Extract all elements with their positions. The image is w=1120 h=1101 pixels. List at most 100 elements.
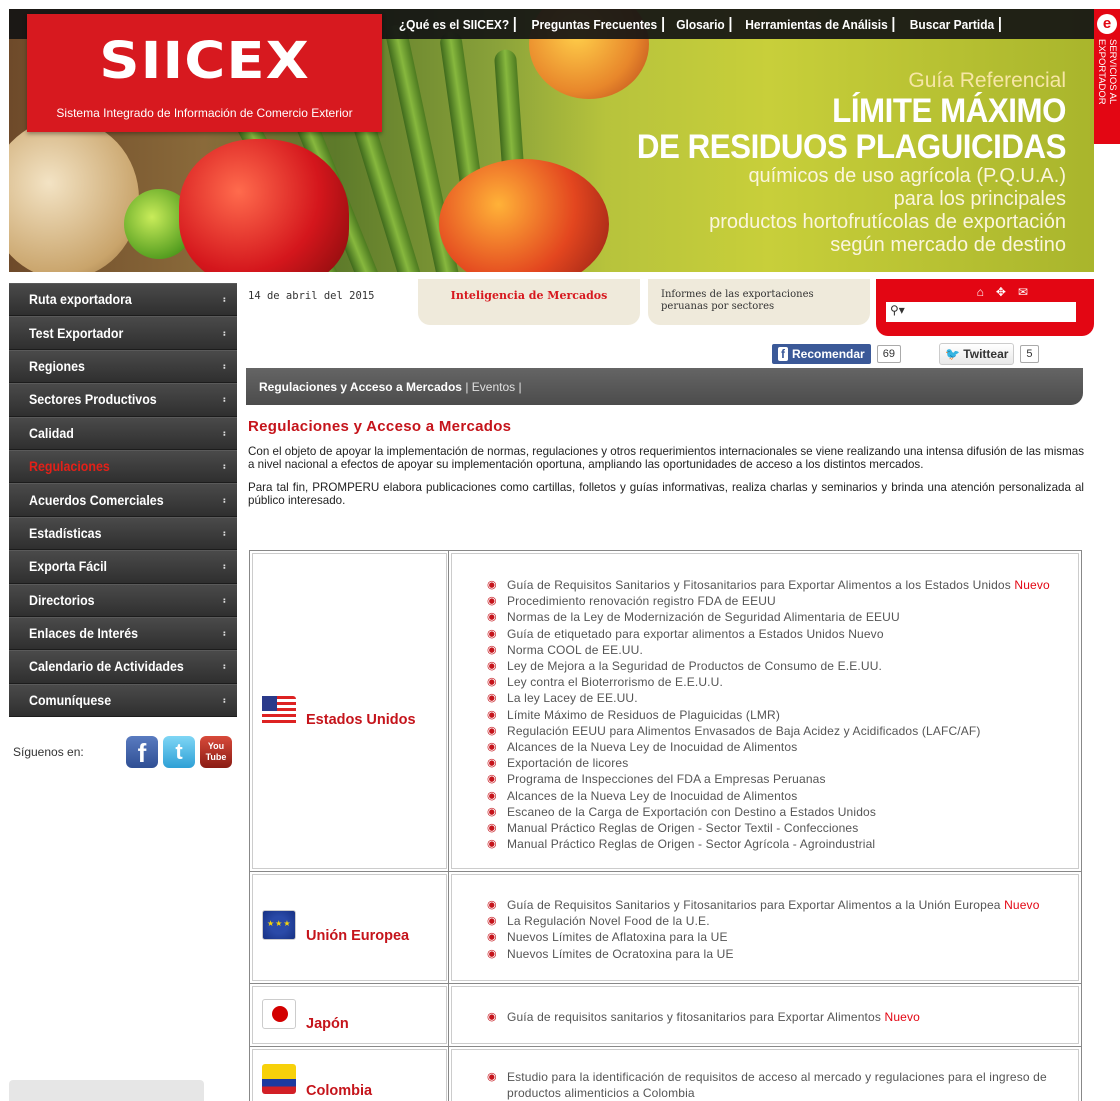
- search-icon: ⚲▾: [890, 303, 905, 317]
- sidebar-item-ruta-exportadora[interactable]: Ruta exportadora ⠆: [9, 283, 237, 317]
- arrow-icon: ⠆: [222, 360, 229, 371]
- regulation-link[interactable]: Nuevos Límites de Ocratoxina para la UE: [487, 946, 1067, 962]
- sidebar-item-regulaciones[interactable]: Regulaciones ⠆: [9, 449, 237, 484]
- tweet-button[interactable]: 🐦 Twittear: [939, 343, 1015, 365]
- links-cell: Guía de Requisitos Sanitarios y Fitosani…: [449, 872, 1081, 983]
- eu-flag-icon: [262, 910, 296, 940]
- topnav-faq[interactable]: Preguntas Frecuentes: [527, 16, 664, 32]
- country-name[interactable]: Japón: [306, 1016, 349, 1032]
- sidebar-item-label: Ruta exportadora: [29, 292, 132, 308]
- sidebar-item-acuerdos[interactable]: Acuerdos Comerciales ⠆: [9, 483, 237, 517]
- topnav-herramientas[interactable]: Herramientas de Análisis: [741, 16, 895, 32]
- regulation-link[interactable]: Guía de Requisitos Sanitarios y Fitosani…: [487, 897, 1067, 913]
- sidebar-item-label: Comuníquese: [29, 692, 112, 708]
- sidebar-item-calendario[interactable]: Calendario de Actividades ⠆: [9, 650, 237, 684]
- sitemap-icon[interactable]: ✥: [996, 285, 1018, 299]
- arrow-icon: ⠆: [222, 594, 229, 605]
- country-name[interactable]: Colombia: [306, 1083, 372, 1099]
- regulation-link[interactable]: Normas de la Ley de Modernización de Seg…: [487, 609, 1067, 625]
- regulation-link[interactable]: Manual Práctico Reglas de Origen - Secto…: [487, 836, 1067, 852]
- sidebar-item-calidad[interactable]: Calidad ⠆: [9, 416, 237, 450]
- regulation-link[interactable]: La Regulación Novel Food de la U.E.: [487, 913, 1067, 929]
- tab-eventos[interactable]: Eventos: [472, 380, 515, 394]
- regulation-link[interactable]: Nuevos Límites de Aflatoxina para la UE: [487, 929, 1067, 945]
- links-cell: Guía de Requisitos Sanitarios y Fitosani…: [449, 551, 1081, 871]
- section-tabs: Regulaciones y Acceso a Mercados | Event…: [246, 368, 1083, 405]
- regulation-link[interactable]: Norma COOL de EE.UU.: [487, 642, 1067, 658]
- arrow-icon: ⠆: [222, 327, 229, 338]
- regulation-link[interactable]: Guía de Requisitos Sanitarios y Fitosani…: [487, 577, 1067, 593]
- arrow-icon: ⠆: [222, 694, 229, 705]
- facebook-icon[interactable]: f: [126, 736, 158, 768]
- arrow-icon: ⠆: [222, 294, 229, 305]
- new-badge: Nuevo: [884, 1010, 920, 1024]
- regulation-link[interactable]: Alcances de la Nueva Ley de Inocuidad de…: [487, 788, 1067, 804]
- regulation-link[interactable]: Estudio para la identificación de requis…: [487, 1069, 1067, 1101]
- header-icons: ⌂✥✉: [977, 285, 1040, 299]
- regulation-link[interactable]: Procedimiento renovación registro FDA de…: [487, 593, 1067, 609]
- siicex-logo[interactable]: SIICEX Sistema Integrado de Información …: [27, 14, 382, 132]
- country-row-jp: Japón Guía de requisitos sanitarios y fi…: [250, 983, 1081, 1046]
- regulation-link[interactable]: Ley de Mejora a la Seguridad de Producto…: [487, 658, 1067, 674]
- country-row-co: Colombia Estudio para la identificación …: [250, 1046, 1081, 1101]
- guide-line: productos hortofrutícolas de exportación: [709, 211, 1066, 233]
- servicios-exportador-tab[interactable]: e SERVICIOS AL EXPORTADOR: [1094, 9, 1120, 144]
- e-logo-icon: e: [1097, 14, 1117, 34]
- twitter-share: 🐦 Twittear 5: [939, 343, 1039, 365]
- regulation-link[interactable]: Guía de requisitos sanitarios y fitosani…: [487, 1009, 1067, 1025]
- sidebar-item-label: Directorios: [29, 592, 95, 608]
- country-name[interactable]: Unión Europea: [306, 928, 409, 944]
- regulation-link[interactable]: La ley Lacey de EE.UU.: [487, 690, 1067, 706]
- youtube-label: Tube: [205, 752, 227, 762]
- guide-line: para los principales: [893, 188, 1066, 210]
- separator: |: [515, 380, 522, 394]
- country-cell: Colombia: [250, 1047, 449, 1101]
- sidebar-item-label: Sectores Productivos: [29, 392, 157, 408]
- us-flag-icon: [262, 696, 296, 726]
- regulation-link[interactable]: Guía de etiquetado para exportar aliment…: [487, 626, 1067, 642]
- tab-inteligencia-mercados[interactable]: Inteligencia de Mercados: [418, 279, 640, 325]
- search-input[interactable]: [886, 302, 1076, 322]
- arrow-icon: ⠆: [222, 394, 229, 405]
- regulation-link[interactable]: Regulación EEUU para Alimentos Envasados…: [487, 723, 1067, 739]
- regulation-link[interactable]: Alcances de la Nueva Ley de Inocuidad de…: [487, 739, 1067, 755]
- regulation-link[interactable]: Programa de Inspecciones del FDA a Empre…: [487, 771, 1067, 787]
- tab-informes-exportaciones[interactable]: Informes de las exportaciones peruanas p…: [648, 279, 870, 325]
- mail-icon[interactable]: ✉: [1018, 285, 1040, 299]
- sidebar-item-comuniquese[interactable]: Comuníquese ⠆: [9, 683, 237, 718]
- intro-paragraph: Para tal fin, PROMPERU elabora publicaci…: [248, 481, 1084, 507]
- twitter-icon[interactable]: t: [163, 736, 195, 768]
- main-content: Regulaciones y Acceso a Mercados Con el …: [248, 418, 1084, 507]
- separator: |: [461, 380, 472, 394]
- guide-title[interactable]: Guía Referencial LÍMITE MÁXIMO DE RESIDU…: [596, 69, 1067, 257]
- topnav-buscar-partida[interactable]: Buscar Partida: [905, 16, 1001, 32]
- sidebar-item-label: Calidad: [29, 425, 74, 441]
- regulation-link[interactable]: Exportación de licores: [487, 755, 1067, 771]
- sidebar-item-test-exportador[interactable]: Test Exportador ⠆: [9, 316, 237, 350]
- arrow-icon: ⠆: [222, 461, 229, 472]
- youtube-icon[interactable]: You Tube: [200, 736, 232, 768]
- topnav-glosario[interactable]: Glosario: [672, 16, 732, 32]
- country-row-us: Estados Unidos Guía de Requisitos Sanita…: [250, 551, 1081, 871]
- sidebar-item-enlaces[interactable]: Enlaces de Interés ⠆: [9, 616, 237, 651]
- country-cell: Unión Europea: [250, 872, 449, 983]
- country-name[interactable]: Estados Unidos: [306, 712, 416, 728]
- sidebar-item-sectores[interactable]: Sectores Productivos ⠆: [9, 383, 237, 417]
- sidebar-item-exporta-facil[interactable]: Exporta Fácil ⠆: [9, 550, 237, 584]
- regulation-link[interactable]: Límite Máximo de Residuos de Plaguicidas…: [487, 707, 1067, 723]
- tab-regulaciones[interactable]: Regulaciones y Acceso a Mercados: [259, 380, 462, 394]
- regulation-link[interactable]: Manual Práctico Reglas de Origen - Secto…: [487, 820, 1067, 836]
- regulation-link[interactable]: Ley contra el Bioterrorismo de E.E.U.U.: [487, 674, 1067, 690]
- page-title: Regulaciones y Acceso a Mercados: [248, 418, 512, 435]
- sidebar-item-directorios[interactable]: Directorios ⠆: [9, 583, 237, 617]
- recommend-button[interactable]: f Recomendar: [772, 344, 871, 364]
- sidebar-item-regiones[interactable]: Regiones ⠆: [9, 349, 237, 384]
- youtube-label: You: [207, 741, 225, 751]
- sidebar-item-estadisticas[interactable]: Estadísticas ⠆: [9, 516, 237, 551]
- twitter-bird-icon: 🐦: [945, 347, 960, 361]
- topnav-que-es[interactable]: ¿Qué es el SIICEX?: [394, 16, 516, 32]
- regulation-link[interactable]: Escaneo de la Carga de Exportación con D…: [487, 804, 1067, 820]
- home-icon[interactable]: ⌂: [977, 285, 996, 299]
- japan-flag-icon: [262, 999, 296, 1029]
- guide-line: Guía Referencial: [908, 69, 1066, 92]
